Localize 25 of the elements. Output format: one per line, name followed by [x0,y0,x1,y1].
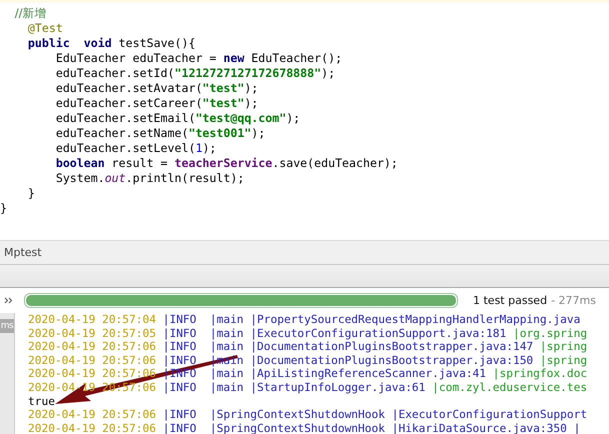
code-line: eduTeacher.setEmail("test@qq.com"); [54,111,302,126]
console-line: 2020-04-19 20:57:06 |INFO |main |DocumentationPluginsBootstrapper.java:147 |spring [28,340,588,354]
expand-chevron-icon[interactable] [4,297,13,304]
code-line: eduTeacher.setLevel(1); [54,141,218,156]
console-line: true [28,394,56,408]
code-line: EduTeacher eduTeacher = new EduTeacher(); [54,51,344,66]
console-line: 2020-04-19 20:57:06 |INFO |SpringContextShutdownHook |ExecutorConfigurationSupport [28,408,588,422]
console-line: 2020-04-19 20:57:06 |INFO |main |ApiListingReferenceScanner.java:41 |springfox.doc [28,367,588,381]
code-line: eduTeacher.setId("1212727127172678888"); [54,66,336,81]
code-line: eduTeacher.setAvatar("test"); [54,81,260,96]
code-line: } [26,186,36,201]
code-line: //新增 [14,6,48,21]
code-line: @Test [26,21,64,36]
code-line: eduTeacher.setCareer("test"); [54,96,260,111]
code-line: eduTeacher.setName("test001"); [54,126,266,141]
code-line: boolean result = teacherService.save(eduTeacher); [54,156,399,171]
test-duration: - 277ms [551,294,596,307]
code-line: System.out.println(result); [54,171,246,186]
run-panel-title: Mptest [4,246,42,259]
side-tab[interactable]: ms [0,319,14,333]
console-line: 2020-04-19 20:57:05 |INFO |main |ExecutorConfigurationSupport.java:181 |org.spring [28,326,588,340]
test-status-text: 1 test passed [473,294,548,307]
code-line: public void testSave(){ [26,36,196,51]
code-line: } [0,201,8,216]
console-line: 2020-04-19 20:57:04 |INFO |main |PropertySourcedRequestMappingHandlerMapping.java [28,313,582,327]
